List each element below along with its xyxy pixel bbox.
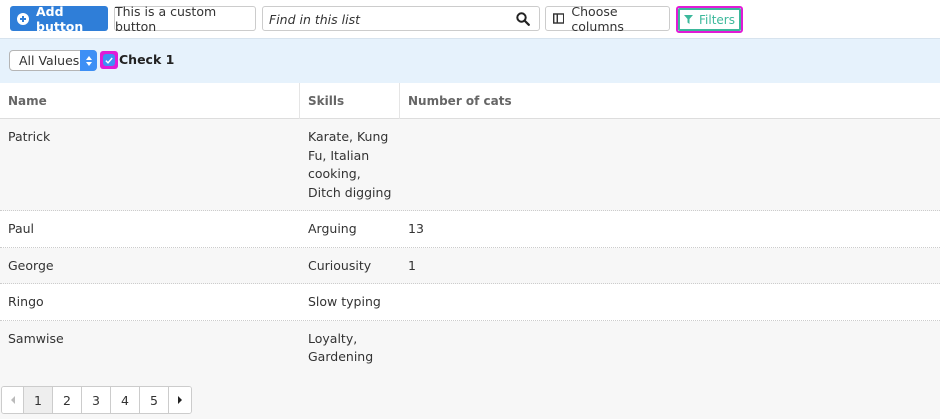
custom-button-label: This is a custom button (115, 3, 217, 34)
page-4-button[interactable]: 4 (111, 387, 140, 413)
table-row[interactable]: Patrick Karate, Kung Fu, Italian cooking… (0, 119, 940, 211)
add-button[interactable]: Add button (10, 3, 108, 34)
funnel-icon (684, 15, 693, 24)
page-1-button[interactable]: 1 (24, 387, 53, 413)
cell-skills: Karate, Kung Fu, Italian cooking, Ditch … (308, 129, 392, 200)
check-1-checkbox[interactable] (103, 54, 115, 66)
columns-icon (553, 13, 565, 24)
search-box (262, 6, 540, 31)
cell-cats: 13 (408, 221, 424, 236)
add-button-label: Add button (36, 3, 84, 34)
caret-left-icon (10, 396, 15, 404)
prev-page-button[interactable] (2, 387, 24, 413)
cell-name: George (8, 257, 54, 273)
pagination-area: 1 2 3 4 5 (0, 370, 940, 419)
column-header-skills[interactable]: Skills (300, 83, 400, 119)
cell-skills: Slow typing (308, 294, 381, 309)
table-row[interactable]: Ringo Slow typing (0, 284, 940, 321)
checkmark-icon (105, 57, 113, 64)
filters-button[interactable]: Filters (678, 8, 741, 31)
cell-skills: Arguing (308, 221, 357, 236)
values-select[interactable]: All Values (9, 50, 97, 71)
search-input[interactable] (269, 11, 509, 27)
pagination: 1 2 3 4 5 (1, 386, 192, 414)
table-row[interactable]: Samwise Loyalty, Gardening (0, 320, 940, 375)
column-header-name[interactable]: Name (0, 83, 300, 119)
data-table: Name Skills Number of cats Patrick Karat… (0, 83, 940, 375)
cell-name: Patrick (8, 129, 51, 144)
cell-cats (400, 321, 940, 375)
filter-bar: All Values Check 1 (0, 38, 940, 83)
caret-right-icon (178, 396, 182, 404)
page-5-button[interactable]: 5 (140, 387, 169, 413)
toolbar: Add button This is a custom button Choos… (0, 0, 940, 38)
cell-cats (400, 119, 940, 210)
page-2-button[interactable]: 2 (53, 387, 82, 413)
cell-cats: 1 (408, 257, 416, 273)
check-1-label: Check 1 (119, 52, 175, 67)
select-arrows-icon (80, 50, 97, 71)
column-header-cats[interactable]: Number of cats (400, 83, 940, 119)
filters-label: Filters (699, 12, 735, 27)
filters-highlight: Filters (676, 6, 743, 33)
cell-skills: Curiousity (308, 257, 372, 273)
table-row[interactable]: Paul Arguing 13 (0, 211, 940, 248)
custom-button[interactable]: This is a custom button (114, 3, 256, 34)
next-page-button[interactable] (169, 387, 191, 413)
table-row[interactable]: George Curiousity 1 (0, 247, 940, 284)
cell-name: Paul (8, 221, 35, 236)
cell-skills: Loyalty, Gardening (308, 330, 374, 365)
table-header: Name Skills Number of cats (0, 83, 940, 119)
choose-columns-button[interactable]: Choose columns (545, 3, 670, 34)
values-select-value: All Values (19, 53, 80, 68)
cell-name: Samwise (8, 330, 64, 346)
cell-cats (400, 284, 940, 320)
choose-columns-label: Choose columns (571, 3, 624, 34)
page-3-button[interactable]: 3 (82, 387, 111, 413)
cell-name: Ringo (8, 294, 44, 309)
plus-circle-icon (17, 12, 29, 25)
search-icon[interactable] (516, 12, 530, 26)
checkbox-highlight (100, 51, 118, 69)
